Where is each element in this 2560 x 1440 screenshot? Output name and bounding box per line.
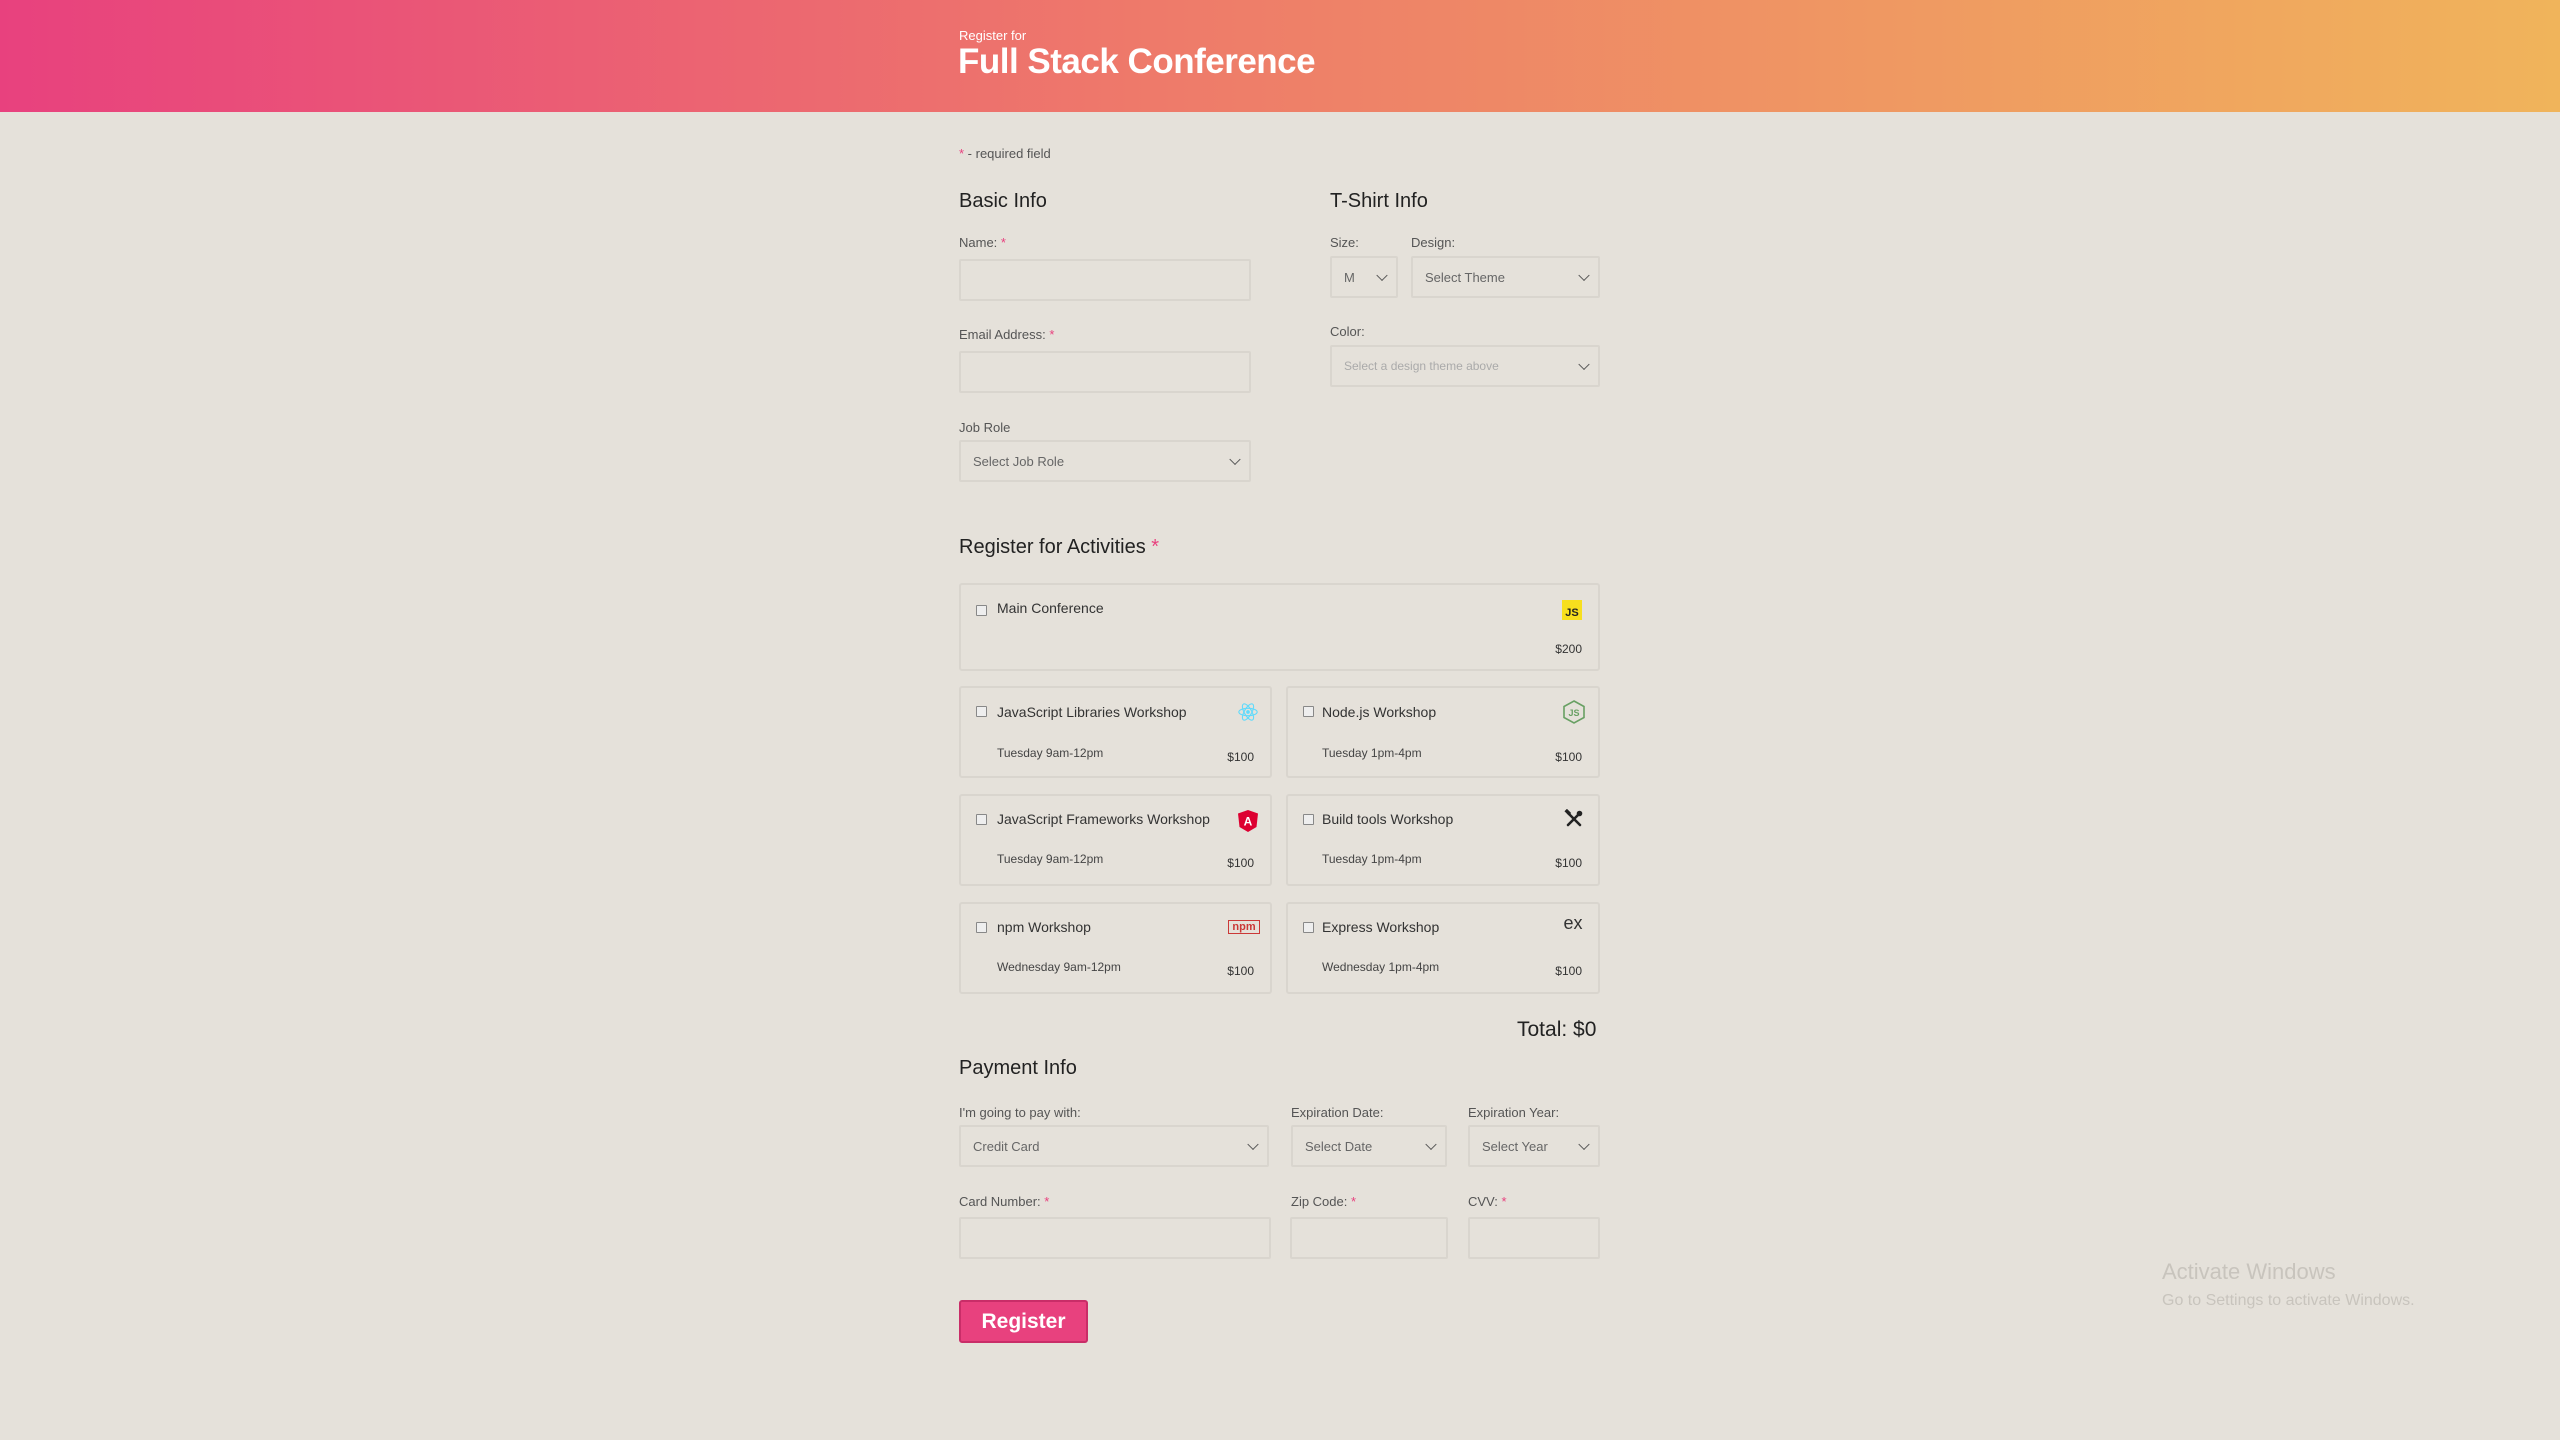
activity-npm[interactable]: npm Workshop npm Wednesday 9am-12pm $100 bbox=[959, 902, 1272, 994]
cvv-label: CVV: * bbox=[1468, 1194, 1507, 1209]
activity-js-libraries[interactable]: JavaScript Libraries Workshop Tuesday 9a… bbox=[959, 686, 1272, 778]
activity-time: Wednesday 1pm-4pm bbox=[1322, 960, 1440, 974]
chevron-down-icon bbox=[1578, 269, 1590, 282]
activity-main-conference[interactable]: Main Conference JS $200 bbox=[959, 583, 1600, 671]
name-label: Name: * bbox=[959, 235, 1006, 250]
activities-heading: Register for Activities * bbox=[959, 536, 1160, 558]
register-button[interactable]: Register bbox=[959, 1300, 1088, 1343]
npm-checkbox[interactable] bbox=[976, 922, 987, 933]
chevron-down-icon bbox=[1578, 358, 1590, 371]
tools-icon bbox=[1563, 808, 1585, 830]
svg-text:JS: JS bbox=[1568, 708, 1579, 718]
card-number-label: Card Number: * bbox=[959, 1194, 1050, 1209]
zip-code-input[interactable] bbox=[1290, 1217, 1448, 1259]
activity-time: Tuesday 1pm-4pm bbox=[1322, 746, 1422, 760]
activity-time: Wednesday 9am-12pm bbox=[997, 960, 1121, 974]
activity-name: Build tools Workshop bbox=[1322, 811, 1454, 827]
activity-cost: $100 bbox=[1227, 856, 1254, 870]
zip-code-label: Zip Code: * bbox=[1291, 1194, 1357, 1209]
size-select[interactable]: M bbox=[1330, 256, 1398, 298]
activity-time: Tuesday 1pm-4pm bbox=[1322, 852, 1422, 866]
design-label: Design: bbox=[1411, 235, 1456, 250]
chevron-down-icon bbox=[1376, 269, 1388, 282]
chevron-down-icon bbox=[1229, 453, 1241, 466]
javascript-icon: JS bbox=[1562, 600, 1582, 620]
express-checkbox[interactable] bbox=[1303, 922, 1314, 933]
design-select[interactable]: Select Theme bbox=[1411, 256, 1600, 298]
page-header: Register for Full Stack Conference bbox=[0, 0, 2560, 112]
exp-date-select[interactable]: Select Date bbox=[1291, 1125, 1447, 1167]
header-subtitle: Register for bbox=[959, 28, 1027, 43]
activities-total: Total: $0 bbox=[1517, 1018, 1597, 1041]
activity-time: Tuesday 9am-12pm bbox=[997, 746, 1104, 760]
email-input[interactable] bbox=[959, 351, 1251, 393]
payment-info-heading: Payment Info bbox=[959, 1057, 1077, 1079]
activity-name: Express Workshop bbox=[1322, 919, 1440, 935]
activity-cost: $100 bbox=[1555, 856, 1582, 870]
activity-name: npm Workshop bbox=[997, 919, 1091, 935]
activity-js-frameworks[interactable]: JavaScript Frameworks Workshop A Tuesday… bbox=[959, 794, 1272, 886]
activity-name: JavaScript Libraries Workshop bbox=[997, 704, 1187, 720]
chevron-down-icon bbox=[1247, 1138, 1259, 1151]
main-conference-checkbox[interactable] bbox=[976, 605, 987, 616]
windows-activation-hint: Go to Settings to activate Windows. bbox=[2162, 1292, 2415, 1309]
svg-text:A: A bbox=[1244, 815, 1253, 829]
exp-year-select[interactable]: Select Year bbox=[1468, 1125, 1600, 1167]
exp-year-label: Expiration Year: bbox=[1468, 1105, 1560, 1120]
activity-name: Node.js Workshop bbox=[1322, 704, 1437, 720]
activity-cost: $100 bbox=[1227, 750, 1254, 764]
activity-name: Main Conference bbox=[997, 600, 1104, 616]
tshirt-info-heading: T-Shirt Info bbox=[1330, 190, 1428, 212]
chevron-down-icon bbox=[1578, 1138, 1590, 1151]
chevron-down-icon bbox=[1425, 1138, 1437, 1151]
job-role-select[interactable]: Select Job Role bbox=[959, 440, 1251, 482]
color-select[interactable]: Select a design theme above bbox=[1330, 345, 1600, 387]
activity-time: Tuesday 9am-12pm bbox=[997, 852, 1104, 866]
card-number-input[interactable] bbox=[959, 1217, 1271, 1259]
basic-info-heading: Basic Info bbox=[959, 190, 1047, 212]
payment-method-select[interactable]: Credit Card bbox=[959, 1125, 1269, 1167]
size-label: Size: bbox=[1330, 235, 1359, 250]
cvv-input[interactable] bbox=[1468, 1217, 1600, 1259]
exp-date-label: Expiration Date: bbox=[1291, 1105, 1384, 1120]
activity-cost: $100 bbox=[1227, 964, 1254, 978]
express-icon: ex bbox=[1563, 912, 1583, 933]
activity-express[interactable]: Express Workshop ex Wednesday 1pm-4pm $1… bbox=[1286, 902, 1600, 994]
activity-cost: $100 bbox=[1555, 750, 1582, 764]
email-label: Email Address: * bbox=[959, 327, 1055, 342]
header-title: Full Stack Conference bbox=[958, 42, 1316, 81]
activity-nodejs[interactable]: Node.js Workshop JS Tuesday 1pm-4pm $100 bbox=[1286, 686, 1600, 778]
nodejs-icon: JS bbox=[1562, 699, 1586, 725]
react-icon bbox=[1236, 700, 1260, 724]
npm-icon: npm bbox=[1228, 920, 1260, 934]
build-tools-checkbox[interactable] bbox=[1303, 814, 1314, 825]
js-libraries-checkbox[interactable] bbox=[976, 706, 987, 717]
activity-cost: $200 bbox=[1555, 642, 1582, 656]
js-frameworks-checkbox[interactable] bbox=[976, 814, 987, 825]
activity-name: JavaScript Frameworks Workshop bbox=[997, 811, 1210, 827]
angular-icon: A bbox=[1236, 808, 1260, 834]
activity-cost: $100 bbox=[1555, 964, 1582, 978]
windows-activation-watermark: Activate Windows bbox=[2162, 1259, 2336, 1284]
activity-build-tools[interactable]: Build tools Workshop Tuesday 1pm-4pm $10… bbox=[1286, 794, 1600, 886]
payment-method-label: I'm going to pay with: bbox=[959, 1105, 1081, 1120]
required-note: * - required field bbox=[959, 146, 1051, 161]
color-label: Color: bbox=[1330, 324, 1365, 339]
nodejs-checkbox[interactable] bbox=[1303, 706, 1314, 717]
name-input[interactable] bbox=[959, 259, 1251, 301]
job-role-label: Job Role bbox=[959, 420, 1011, 435]
